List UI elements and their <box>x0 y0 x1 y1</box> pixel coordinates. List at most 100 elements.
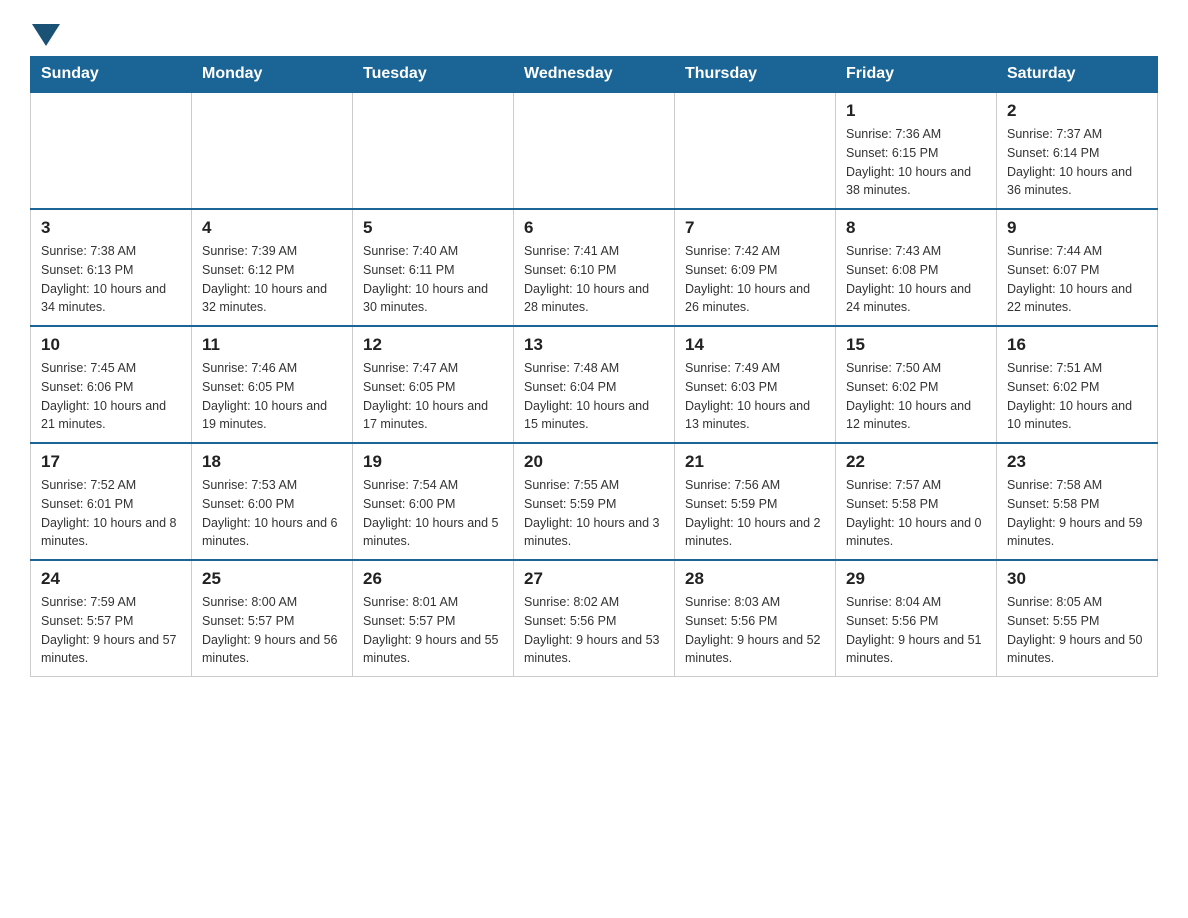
day-info: Sunrise: 8:00 AM Sunset: 5:57 PM Dayligh… <box>202 593 342 668</box>
day-number: 16 <box>1007 335 1147 355</box>
calendar-cell: 1 Sunrise: 7:36 AM Sunset: 6:15 PM Daylig… <box>836 92 997 209</box>
day-info: Sunrise: 7:41 AM Sunset: 6:10 PM Dayligh… <box>524 242 664 317</box>
day-info: Sunrise: 7:52 AM Sunset: 6:01 PM Dayligh… <box>41 476 181 551</box>
day-info: Sunrise: 7:54 AM Sunset: 6:00 PM Dayligh… <box>363 476 503 551</box>
calendar-cell <box>31 92 192 209</box>
calendar-cell: 27Sunrise: 8:02 AM Sunset: 5:56 PM Dayli… <box>514 560 675 677</box>
calendar-cell: 2 Sunrise: 7:37 AM Sunset: 6:14 PM Daylig… <box>997 92 1158 209</box>
day-number: 23 <box>1007 452 1147 472</box>
calendar-cell: 20Sunrise: 7:55 AM Sunset: 5:59 PM Dayli… <box>514 443 675 560</box>
day-number: 24 <box>41 569 181 589</box>
day-number: 22 <box>846 452 986 472</box>
day-of-week-header: Saturday <box>997 57 1158 93</box>
calendar-cell: 9 Sunrise: 7:44 AM Sunset: 6:07 PM Daylig… <box>997 209 1158 326</box>
calendar-cell <box>514 92 675 209</box>
calendar-cell: 5 Sunrise: 7:40 AM Sunset: 6:11 PM Daylig… <box>353 209 514 326</box>
calendar-cell: 26 Sunrise: 8:01 AM Sunset: 5:57 PM Dayli… <box>353 560 514 677</box>
day-number: 6 <box>524 218 664 238</box>
calendar-cell: 16 Sunrise: 7:51 AM Sunset: 6:02 PM Dayli… <box>997 326 1158 443</box>
day-number: 9 <box>1007 218 1147 238</box>
calendar-cell <box>192 92 353 209</box>
day-number: 13 <box>524 335 664 355</box>
day-of-week-header: Sunday <box>31 57 192 93</box>
day-number: 8 <box>846 218 986 238</box>
calendar-cell: 15 Sunrise: 7:50 AM Sunset: 6:02 PM Dayli… <box>836 326 997 443</box>
calendar-cell: 19 Sunrise: 7:54 AM Sunset: 6:00 PM Dayli… <box>353 443 514 560</box>
day-info: Sunrise: 7:44 AM Sunset: 6:07 PM Dayligh… <box>1007 242 1147 317</box>
day-info: Sunrise: 7:45 AM Sunset: 6:06 PM Dayligh… <box>41 359 181 434</box>
calendar-cell: 28 Sunrise: 8:03 AM Sunset: 5:56 PM Dayli… <box>675 560 836 677</box>
calendar-header: SundayMondayTuesdayWednesdayThursdayFrid… <box>31 57 1158 93</box>
day-of-week-header: Monday <box>192 57 353 93</box>
day-number: 26 <box>363 569 503 589</box>
day-number: 17 <box>41 452 181 472</box>
calendar-cell: 10 Sunrise: 7:45 AM Sunset: 6:06 PM Dayli… <box>31 326 192 443</box>
day-info: Sunrise: 7:40 AM Sunset: 6:11 PM Dayligh… <box>363 242 503 317</box>
calendar-cell: 23 Sunrise: 7:58 AM Sunset: 5:58 PM Dayli… <box>997 443 1158 560</box>
calendar-cell: 22 Sunrise: 7:57 AM Sunset: 5:58 PM Dayli… <box>836 443 997 560</box>
day-number: 27 <box>524 569 664 589</box>
day-number: 1 <box>846 101 986 121</box>
calendar-cell: 11 Sunrise: 7:46 AM Sunset: 6:05 PM Dayli… <box>192 326 353 443</box>
day-info: Sunrise: 7:48 AM Sunset: 6:04 PM Dayligh… <box>524 359 664 434</box>
day-info: Sunrise: 7:51 AM Sunset: 6:02 PM Dayligh… <box>1007 359 1147 434</box>
day-info: Sunrise: 7:43 AM Sunset: 6:08 PM Dayligh… <box>846 242 986 317</box>
day-info: Sunrise: 7:46 AM Sunset: 6:05 PM Dayligh… <box>202 359 342 434</box>
day-number: 28 <box>685 569 825 589</box>
day-number: 19 <box>363 452 503 472</box>
calendar-week-row: 17 Sunrise: 7:52 AM Sunset: 6:01 PM Dayli… <box>31 443 1158 560</box>
day-info: Sunrise: 7:55 AM Sunset: 5:59 PM Dayligh… <box>524 476 664 551</box>
calendar-week-row: 24Sunrise: 7:59 AM Sunset: 5:57 PM Dayli… <box>31 560 1158 677</box>
calendar-cell: 4 Sunrise: 7:39 AM Sunset: 6:12 PM Daylig… <box>192 209 353 326</box>
day-info: Sunrise: 7:49 AM Sunset: 6:03 PM Dayligh… <box>685 359 825 434</box>
day-info: Sunrise: 8:04 AM Sunset: 5:56 PM Dayligh… <box>846 593 986 668</box>
day-number: 29 <box>846 569 986 589</box>
calendar-cell: 25 Sunrise: 8:00 AM Sunset: 5:57 PM Dayli… <box>192 560 353 677</box>
calendar-cell: 17 Sunrise: 7:52 AM Sunset: 6:01 PM Dayli… <box>31 443 192 560</box>
day-info: Sunrise: 8:03 AM Sunset: 5:56 PM Dayligh… <box>685 593 825 668</box>
day-info: Sunrise: 7:39 AM Sunset: 6:12 PM Dayligh… <box>202 242 342 317</box>
day-info: Sunrise: 7:38 AM Sunset: 6:13 PM Dayligh… <box>41 242 181 317</box>
day-info: Sunrise: 7:50 AM Sunset: 6:02 PM Dayligh… <box>846 359 986 434</box>
day-info: Sunrise: 7:53 AM Sunset: 6:00 PM Dayligh… <box>202 476 342 551</box>
day-info: Sunrise: 7:56 AM Sunset: 5:59 PM Dayligh… <box>685 476 825 551</box>
calendar-cell: 21Sunrise: 7:56 AM Sunset: 5:59 PM Dayli… <box>675 443 836 560</box>
day-info: Sunrise: 7:57 AM Sunset: 5:58 PM Dayligh… <box>846 476 986 551</box>
day-number: 14 <box>685 335 825 355</box>
calendar-cell: 6 Sunrise: 7:41 AM Sunset: 6:10 PM Daylig… <box>514 209 675 326</box>
day-info: Sunrise: 7:36 AM Sunset: 6:15 PM Dayligh… <box>846 125 986 200</box>
day-number: 4 <box>202 218 342 238</box>
day-number: 2 <box>1007 101 1147 121</box>
calendar-cell: 14 Sunrise: 7:49 AM Sunset: 6:03 PM Dayli… <box>675 326 836 443</box>
day-number: 30 <box>1007 569 1147 589</box>
day-number: 10 <box>41 335 181 355</box>
day-info: Sunrise: 7:37 AM Sunset: 6:14 PM Dayligh… <box>1007 125 1147 200</box>
day-number: 5 <box>363 218 503 238</box>
day-info: Sunrise: 8:01 AM Sunset: 5:57 PM Dayligh… <box>363 593 503 668</box>
day-number: 12 <box>363 335 503 355</box>
calendar-cell: 18Sunrise: 7:53 AM Sunset: 6:00 PM Dayli… <box>192 443 353 560</box>
calendar-week-row: 10 Sunrise: 7:45 AM Sunset: 6:06 PM Dayli… <box>31 326 1158 443</box>
page-header <box>30 20 1158 46</box>
calendar-cell: 12Sunrise: 7:47 AM Sunset: 6:05 PM Dayli… <box>353 326 514 443</box>
day-number: 7 <box>685 218 825 238</box>
days-of-week-row: SundayMondayTuesdayWednesdayThursdayFrid… <box>31 57 1158 93</box>
calendar-cell: 13 Sunrise: 7:48 AM Sunset: 6:04 PM Dayli… <box>514 326 675 443</box>
calendar-week-row: 3 Sunrise: 7:38 AM Sunset: 6:13 PM Daylig… <box>31 209 1158 326</box>
day-of-week-header: Thursday <box>675 57 836 93</box>
calendar-cell <box>675 92 836 209</box>
day-number: 15 <box>846 335 986 355</box>
day-info: Sunrise: 7:42 AM Sunset: 6:09 PM Dayligh… <box>685 242 825 317</box>
day-of-week-header: Tuesday <box>353 57 514 93</box>
day-of-week-header: Wednesday <box>514 57 675 93</box>
logo-arrow-icon <box>32 24 60 46</box>
day-info: Sunrise: 7:58 AM Sunset: 5:58 PM Dayligh… <box>1007 476 1147 551</box>
calendar-cell: 29 Sunrise: 8:04 AM Sunset: 5:56 PM Dayli… <box>836 560 997 677</box>
logo <box>30 20 60 46</box>
day-number: 25 <box>202 569 342 589</box>
calendar-cell: 7 Sunrise: 7:42 AM Sunset: 6:09 PM Daylig… <box>675 209 836 326</box>
day-number: 11 <box>202 335 342 355</box>
day-info: Sunrise: 8:05 AM Sunset: 5:55 PM Dayligh… <box>1007 593 1147 668</box>
calendar-cell <box>353 92 514 209</box>
day-number: 3 <box>41 218 181 238</box>
